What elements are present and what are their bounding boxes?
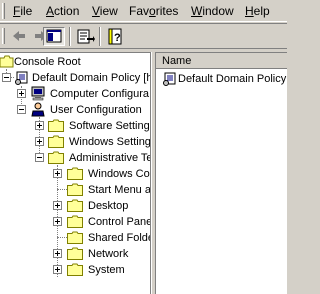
collapse-icon[interactable] — [17, 105, 26, 114]
tree-item-label: Desktop — [88, 200, 129, 212]
expand-icon[interactable] — [17, 89, 26, 98]
tree-item-default-domain-policy[interactable]: Default Domain Policy [h — [0, 70, 151, 86]
tree-item-windows-settings[interactable]: Windows Setting — [0, 134, 151, 150]
show-hide-console-tree-icon — [46, 29, 62, 43]
tree-item-system[interactable]: System — [0, 262, 150, 278]
tree-item-windows-components[interactable]: Windows Co — [0, 166, 150, 182]
policy-scroll-icon — [15, 71, 28, 85]
tree-item-label: Administrative Te — [69, 152, 151, 164]
export-list-button[interactable] — [74, 27, 96, 46]
user-icon — [31, 102, 45, 117]
folder-icon — [67, 247, 83, 260]
tree-item-label: Shared Folde — [88, 232, 151, 244]
folder-icon — [67, 263, 83, 276]
collapse-icon[interactable] — [35, 153, 44, 162]
menu-view[interactable]: View — [92, 4, 118, 18]
expand-icon[interactable] — [53, 169, 62, 178]
tree-item-software-settings[interactable]: Software Setting — [0, 118, 150, 134]
back-icon — [13, 31, 25, 41]
expand-icon[interactable] — [35, 121, 44, 130]
show-hide-tree-button[interactable] — [43, 27, 65, 46]
computer-icon — [31, 86, 45, 101]
folder-icon — [67, 199, 83, 212]
toolbar-separator-2 — [69, 27, 71, 46]
tree-item-label: Computer Configura — [50, 88, 150, 100]
expand-icon[interactable] — [35, 137, 44, 146]
tree-item-label: Windows Co — [88, 168, 150, 180]
svg-text:?: ? — [114, 32, 121, 44]
toolbar-separator-3 — [99, 27, 101, 46]
menu-window[interactable]: Window — [191, 4, 234, 18]
folder-icon — [48, 119, 64, 132]
tree-item-label: Console Root — [14, 56, 81, 68]
collapse-icon[interactable] — [2, 73, 11, 82]
tree-item-label: Software Setting — [69, 120, 150, 132]
toolbar-grip[interactable] — [2, 28, 5, 44]
tree-item-label: Start Menu a — [88, 184, 151, 196]
tree-item-user-configuration[interactable]: User Configuration — [0, 102, 150, 118]
tree-item-start-menu[interactable]: Start Menu a — [0, 182, 151, 198]
tree-item-network[interactable]: Network — [0, 246, 150, 262]
export-list-icon — [77, 29, 95, 44]
folder-icon — [48, 135, 64, 148]
tree-item-label: Default Domain Policy [h — [32, 72, 151, 84]
details-pane[interactable]: Name Default Domain Policy [ — [155, 52, 287, 294]
tree-item-label: Network — [88, 248, 129, 260]
expand-icon[interactable] — [53, 217, 62, 226]
tree-item-shared-folders[interactable]: Shared Folde — [0, 230, 151, 246]
folder-icon — [48, 151, 64, 164]
column-header-name[interactable]: Name — [156, 53, 287, 69]
tree-item-control-panel[interactable]: Control Pane — [0, 214, 151, 230]
menu-help[interactable]: Help — [245, 4, 270, 18]
menu-bar: File Action View Favorites Window Help — [0, 0, 287, 22]
folder-icon — [0, 55, 14, 68]
tree-item-desktop[interactable]: Desktop — [0, 198, 150, 214]
help-icon: ? — [108, 28, 122, 45]
tree-item-label: User Configuration — [50, 104, 142, 116]
folder-icon — [67, 167, 83, 180]
toolbar: ? — [0, 23, 287, 49]
expand-icon[interactable] — [53, 201, 62, 210]
list-item[interactable]: Default Domain Policy [ — [160, 71, 287, 87]
column-header-label: Name — [162, 55, 192, 67]
folder-icon — [67, 215, 83, 228]
menu-favorites[interactable]: Favorites — [129, 4, 178, 18]
tree-item-console-root[interactable]: Console Root — [0, 54, 150, 70]
tree-item-label: Windows Setting — [69, 136, 151, 148]
expand-icon[interactable] — [53, 265, 62, 274]
list-item-label: Default Domain Policy [ — [178, 73, 287, 85]
tree-item-label: Control Pane — [88, 216, 151, 228]
menu-file[interactable]: File — [13, 4, 32, 18]
tree-item-computer-configuration[interactable]: Computer Configura — [0, 86, 150, 102]
menubar-grip[interactable] — [2, 3, 5, 19]
tree-item-administrative-templates[interactable]: Administrative Te — [0, 150, 151, 166]
menu-action[interactable]: Action — [46, 4, 79, 18]
help-button[interactable]: ? — [104, 27, 126, 46]
back-button[interactable] — [8, 27, 30, 46]
tree-item-label: System — [88, 264, 125, 276]
policy-scroll-icon — [163, 72, 176, 86]
expand-icon[interactable] — [53, 249, 62, 258]
folder-icon — [67, 231, 83, 244]
folder-icon — [67, 183, 83, 196]
console-tree[interactable]: Console Root Default Domain Policy [h Co… — [0, 52, 151, 294]
